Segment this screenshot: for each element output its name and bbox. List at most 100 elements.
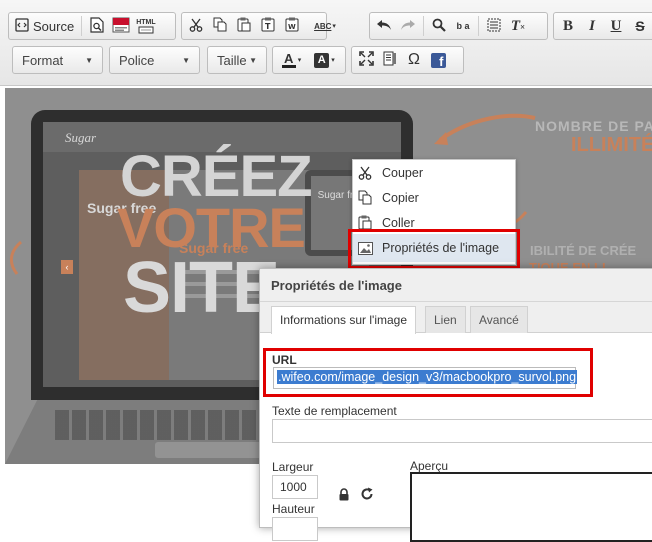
highlight-frame-menu <box>348 229 520 269</box>
select-all-icon <box>487 18 501 35</box>
menu-item-label: Copier <box>382 190 419 205</box>
width-value: 1000 <box>280 480 307 494</box>
paste-word-button[interactable]: W <box>280 14 304 38</box>
copy-button[interactable] <box>208 14 232 38</box>
menu-item-label: Couper <box>382 165 423 180</box>
toolbar-group-tools: Ω f <box>351 46 464 74</box>
width-label: Largeur <box>272 460 314 474</box>
menu-item-label: Coller <box>382 215 415 230</box>
lock-ratio-icon[interactable] <box>338 488 350 504</box>
cut-button[interactable] <box>184 14 208 38</box>
toolbar-separator <box>478 16 479 36</box>
alt-text-input[interactable] <box>272 419 652 443</box>
underline-button[interactable]: U <box>604 14 628 38</box>
undo-icon <box>376 19 392 34</box>
format-combo[interactable]: Format ▼ <box>12 46 103 74</box>
html-icon-text: HTML <box>136 18 156 26</box>
remove-format-button[interactable]: T× <box>506 14 530 38</box>
text-color-icon: A <box>281 51 296 68</box>
template-button[interactable] <box>109 14 133 38</box>
toolbar-group-edit: b a T× <box>369 12 548 40</box>
site-logo: Sugar <box>65 130 97 145</box>
remove-format-letter: T <box>510 17 521 34</box>
strikethrough-button[interactable]: S <box>628 14 652 38</box>
spellcheck-letters: ABC <box>314 21 332 31</box>
bg-color-button[interactable]: A ▾ <box>308 48 341 72</box>
height-label: Hauteur <box>272 502 315 516</box>
tab-link[interactable]: Lien <box>425 306 466 333</box>
svg-text:W: W <box>288 23 296 31</box>
text-color-letter: A <box>284 51 294 66</box>
preview-label: Aperçu <box>410 459 449 473</box>
undo-button[interactable] <box>372 14 396 38</box>
scissors-icon <box>353 166 377 180</box>
paste-icon <box>237 17 251 35</box>
width-input[interactable]: 1000 <box>272 475 318 499</box>
highlight-frame-url <box>263 348 593 397</box>
source-label: Source <box>33 18 75 34</box>
chevron-down-icon: ▼ <box>85 55 93 65</box>
paste-text-button[interactable]: T <box>256 14 280 38</box>
replace-icon: b a <box>456 21 470 31</box>
select-all-button[interactable] <box>482 14 506 38</box>
chevron-down-icon: ▼ <box>249 55 257 65</box>
redo-icon <box>400 19 416 34</box>
tab-advanced[interactable]: Avancé <box>470 306 528 333</box>
template-icon <box>112 17 130 36</box>
spellcheck-icon: ABC ▾ <box>314 21 336 31</box>
font-combo-label: Police <box>119 52 155 68</box>
replace-button[interactable]: b a <box>451 14 475 38</box>
preview-button[interactable] <box>85 14 109 38</box>
tab-image-info[interactable]: Informations sur l'image <box>271 306 417 334</box>
font-combo[interactable]: Police ▼ <box>109 46 200 74</box>
size-combo[interactable]: Taille ▼ <box>207 46 267 74</box>
toolbar-group-colors: A ▾ A ▾ <box>272 46 346 74</box>
promo-pages-text: NOMBRE DE PA <box>535 118 652 134</box>
facebook-icon: f <box>430 52 446 69</box>
find-button[interactable] <box>427 14 451 38</box>
facebook-icon-text: f <box>439 53 444 69</box>
dialog-title[interactable]: Propriétés de l'image <box>260 269 652 302</box>
bg-color-icon: A <box>314 52 330 68</box>
paste-icon <box>353 215 377 230</box>
height-input[interactable] <box>272 517 318 541</box>
spellcheck-button[interactable]: ABC ▾ <box>310 14 340 38</box>
format-combo-label: Format <box>22 52 64 68</box>
text-color-button[interactable]: A ▾ <box>275 48 308 72</box>
facebook-button[interactable]: f <box>426 48 450 72</box>
source-icon <box>15 17 29 35</box>
bold-button[interactable]: B <box>556 14 580 38</box>
alt-text-label: Texte de remplacement <box>272 404 397 418</box>
copy-icon <box>353 190 377 205</box>
show-blocks-icon <box>383 51 397 69</box>
html-block-button[interactable]: HTML <box>133 14 158 38</box>
menu-item-cut[interactable]: Couper <box>353 160 515 185</box>
toolbar-group-basicstyles: B I U S <box>553 12 652 40</box>
bg-color-letter: A <box>317 54 326 66</box>
editor-toolbar: Source HTML T W ABC ▾ b a T× B I U S For… <box>0 0 652 86</box>
special-char-button[interactable]: Ω <box>402 48 426 72</box>
maximize-button[interactable] <box>354 48 378 72</box>
preview-box <box>410 472 652 542</box>
image-properties-dialog: Propriétés de l'image Informations sur l… <box>259 268 652 542</box>
toolbar-separator <box>81 16 83 36</box>
reset-size-icon[interactable] <box>360 487 374 504</box>
show-blocks-button[interactable] <box>378 48 402 72</box>
toolbar-group-document: Source HTML <box>8 12 176 40</box>
source-button[interactable]: Source <box>11 14 78 38</box>
maximize-icon <box>358 51 374 69</box>
headline-site: SITE <box>123 248 280 328</box>
search-icon <box>432 18 446 35</box>
promo-pages-highlight: ILLIMITÉ <box>571 134 652 156</box>
menu-item-copy[interactable]: Copier <box>353 185 515 210</box>
toolbar-group-clipboard: T W ABC ▾ <box>181 12 336 40</box>
remove-format-icon: T× <box>510 17 526 34</box>
preview-icon <box>90 16 104 36</box>
italic-button[interactable]: I <box>580 14 604 38</box>
curved-arrow-icon <box>434 113 536 145</box>
prev-arrow-icon: ‹ <box>61 260 73 274</box>
toolbar-separator <box>423 16 424 36</box>
redo-button[interactable] <box>396 14 420 38</box>
html-icon: HTML <box>136 18 156 34</box>
paste-button[interactable] <box>232 14 256 38</box>
